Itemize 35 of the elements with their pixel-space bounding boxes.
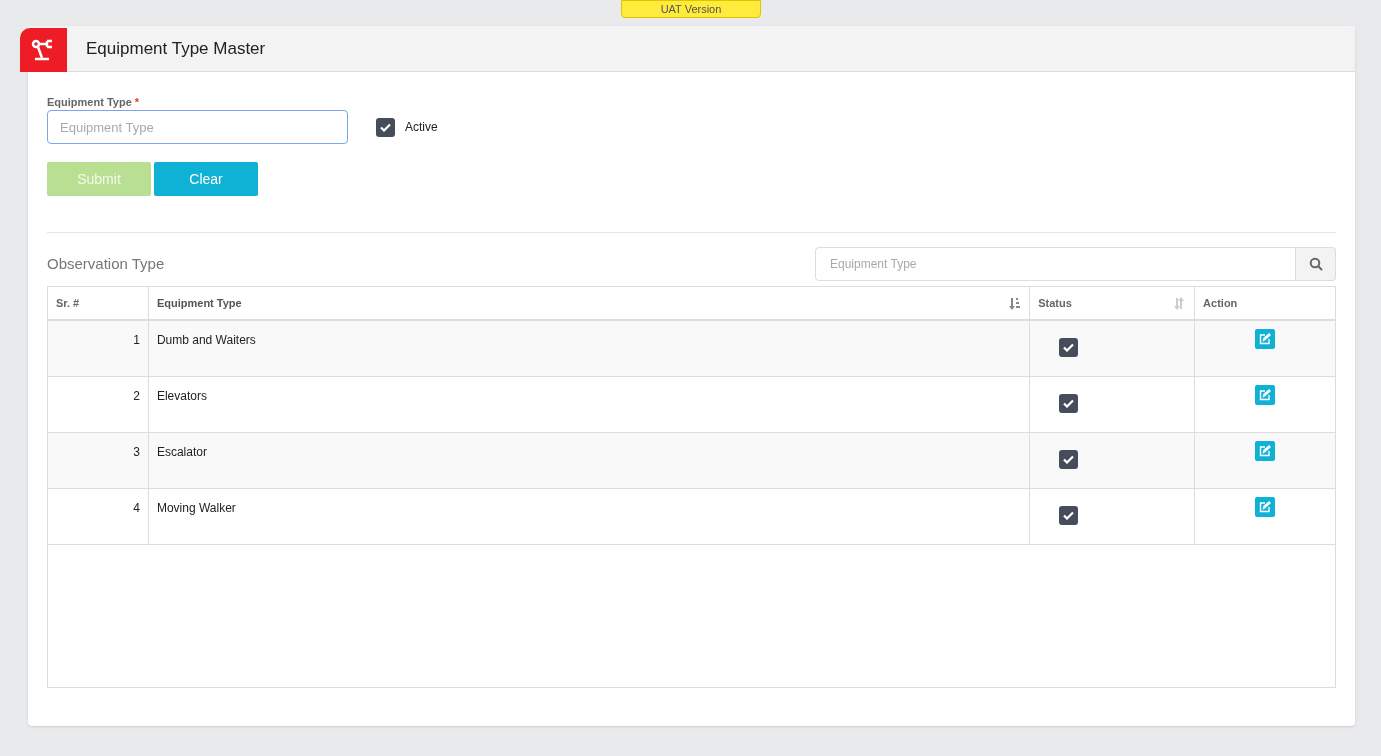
check-icon — [1063, 343, 1075, 352]
search-icon — [1308, 257, 1323, 271]
check-icon — [1063, 511, 1075, 520]
column-header[interactable]: Action — [1195, 287, 1335, 319]
section-title: Observation Type — [47, 253, 165, 274]
check-icon — [1063, 399, 1075, 408]
row-number: 3 — [133, 444, 140, 461]
column-header[interactable]: Sr. # — [48, 287, 149, 319]
page-title: Equipment Type Master — [86, 37, 266, 60]
edit-icon — [1259, 389, 1272, 401]
active-label: Active — [405, 119, 438, 136]
version-banner: UAT Version — [621, 0, 761, 18]
sort-descending-icon[interactable] — [1008, 296, 1022, 310]
active-checkbox[interactable] — [376, 117, 395, 137]
status-checkbox[interactable] — [1059, 450, 1079, 469]
check-icon — [1063, 455, 1075, 464]
column-header[interactable]: Equipment Type — [148, 287, 1031, 319]
column-header[interactable]: Status — [1030, 287, 1196, 319]
equipment-type-cell-text: Elevators — [156, 388, 207, 405]
equipment-type-cell-text: Dumb and Waiters — [156, 332, 256, 349]
status-checkbox[interactable] — [1059, 506, 1079, 525]
row-number: 4 — [133, 500, 140, 517]
edit-icon — [1259, 501, 1272, 513]
equipment-type-cell-text: Moving Walker — [156, 500, 236, 517]
search-button[interactable] — [1296, 247, 1336, 281]
row-number: 1 — [133, 332, 140, 349]
status-checkbox[interactable] — [1059, 338, 1079, 357]
check-icon — [380, 122, 391, 132]
equipment-type-input[interactable]: Equipment Type — [47, 110, 348, 144]
edit-icon — [1259, 333, 1272, 345]
row-number: 2 — [133, 388, 140, 405]
equipment-type-cell-text: Escalator — [156, 444, 207, 461]
edit-icon — [1259, 445, 1272, 457]
field-label: Equipment Type * — [47, 95, 141, 108]
status-checkbox[interactable] — [1059, 394, 1079, 413]
